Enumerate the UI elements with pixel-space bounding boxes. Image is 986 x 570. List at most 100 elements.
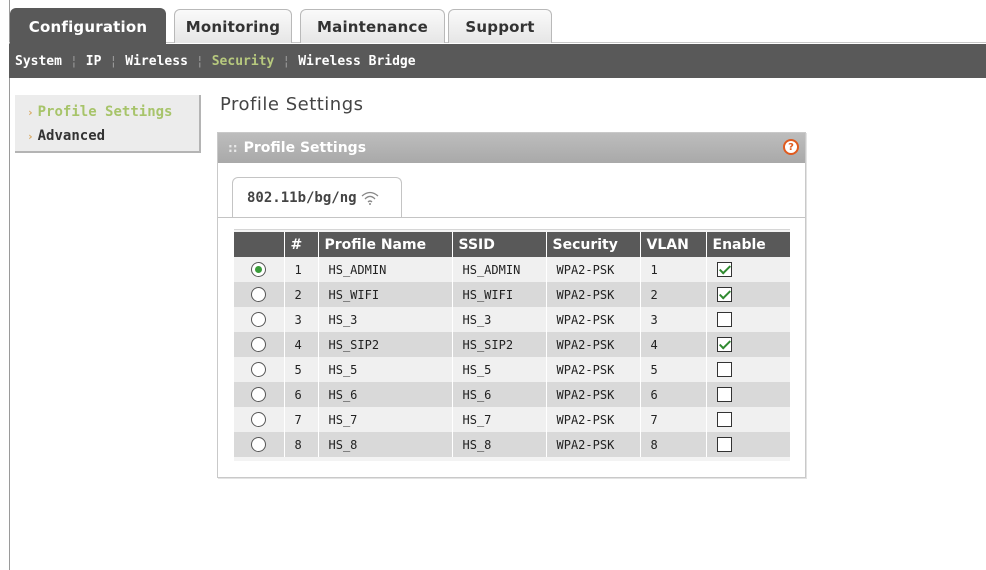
help-icon[interactable]: ? [783,139,799,155]
security-cell: WPA2-PSK [546,282,641,307]
subnav-wireless[interactable]: Wireless [125,54,188,69]
enable-cell [706,282,790,307]
tab-maintenance[interactable]: Maintenance [300,9,445,43]
table-row: 4 HS_SIP2 HS_SIP2 WPA2-PSK 4 [234,332,790,357]
profile-select-radio[interactable] [251,437,267,452]
column-header-select [234,232,285,257]
panel-title: Profile Settings [243,140,367,156]
table-row: 5 HS_5 HS_5 WPA2-PSK 5 [234,357,790,382]
profile-name-cell: HS_6 [318,382,453,407]
tab-802-11-band[interactable]: 802.11b/bg/ng [232,177,402,217]
profile-settings-panel: :: Profile Settings ? 802.11b/bg/ng # Pr… [217,132,806,478]
security-cell: WPA2-PSK [546,357,641,382]
enable-checkbox[interactable] [716,387,732,402]
enable-checkbox[interactable] [716,312,732,327]
enable-checkbox[interactable] [716,262,732,277]
enable-cell [706,257,790,282]
table-row: 7 HS_7 HS_7 WPA2-PSK 7 [234,407,790,432]
vlan-cell: 6 [640,382,707,407]
enable-checkbox[interactable] [716,362,732,377]
profile-name-cell: HS_3 [318,307,453,332]
table-row: 3 HS_3 HS_3 WPA2-PSK 3 [234,307,790,332]
security-cell: WPA2-PSK [546,257,641,282]
profile-select-radio[interactable] [251,287,267,302]
security-cell: WPA2-PSK [546,382,641,407]
vlan-cell: 5 [640,357,707,382]
top-tab-bar: Configuration Monitoring Maintenance Sup… [9,8,986,44]
table-header-row: # Profile Name SSID Security VLAN Enable [234,232,790,257]
grip-icon: :: [228,141,238,155]
row-number: 4 [284,332,319,357]
ssid-cell: HS_WIFI [452,282,547,307]
sidebar-item-label: Profile Settings [37,104,173,120]
sidebar-item-label: Advanced [37,128,106,144]
row-number: 6 [284,382,319,407]
profile-select-radio[interactable] [251,362,267,377]
security-cell: WPA2-PSK [546,407,641,432]
row-number: 1 [284,257,319,282]
sidebar-item-profile-settings[interactable]: › Profile Settings [27,104,172,120]
enable-cell [706,332,790,357]
ssid-cell: HS_ADMIN [452,257,547,282]
profile-select-radio[interactable] [251,262,267,277]
subnav-ip[interactable]: IP [86,54,102,69]
security-cell: WPA2-PSK [546,332,641,357]
profile-select-radio[interactable] [251,412,267,427]
row-number: 7 [284,407,319,432]
vlan-cell: 3 [640,307,707,332]
select-cell [234,432,285,457]
band-tab-label: 802.11b/bg/ng [247,189,357,206]
chevron-right-icon: › [27,105,34,119]
tab-monitoring[interactable]: Monitoring [174,9,292,43]
profile-table-container: # Profile Name SSID Security VLAN Enable… [234,229,790,461]
enable-cell [706,382,790,407]
enable-checkbox[interactable] [716,412,732,427]
ssid-cell: HS_SIP2 [452,332,547,357]
column-header-ssid: SSID [452,232,547,257]
profile-name-cell: HS_ADMIN [318,257,453,282]
profile-name-cell: HS_8 [318,432,453,457]
subnav-separator: ¦ [109,53,118,69]
column-header-vlan: VLAN [640,232,707,257]
profile-table: # Profile Name SSID Security VLAN Enable… [234,232,790,457]
subnav-security[interactable]: Security [212,54,275,69]
sidebar-item-advanced[interactable]: › Advanced [27,128,105,144]
vlan-cell: 2 [640,282,707,307]
vlan-cell: 8 [640,432,707,457]
profile-select-radio[interactable] [251,337,267,352]
vlan-cell: 1 [640,257,707,282]
column-header-number: # [284,232,319,257]
ssid-cell: HS_7 [452,407,547,432]
select-cell [234,332,285,357]
vlan-cell: 7 [640,407,707,432]
table-row: 8 HS_8 HS_8 WPA2-PSK 8 [234,432,790,457]
enable-checkbox[interactable] [716,437,732,452]
subnav-system[interactable]: System [15,54,62,69]
column-header-profile-name: Profile Name [318,232,453,257]
side-menu: › Profile Settings › Advanced [15,95,201,153]
select-cell [234,282,285,307]
profile-select-radio[interactable] [251,312,267,327]
profile-name-cell: HS_WIFI [318,282,453,307]
tab-configuration[interactable]: Configuration [10,8,166,44]
subnav-separator: ¦ [195,53,204,69]
row-number: 2 [284,282,319,307]
ssid-cell: HS_5 [452,357,547,382]
wifi-icon [361,191,379,205]
panel-header: :: Profile Settings ? [218,133,805,163]
tab-support[interactable]: Support [448,9,552,43]
table-row: 6 HS_6 HS_6 WPA2-PSK 6 [234,382,790,407]
profile-select-radio[interactable] [251,387,267,402]
select-cell [234,357,285,382]
chevron-right-icon: › [27,129,34,143]
enable-checkbox[interactable] [716,287,732,302]
select-cell [234,307,285,332]
subnav-wireless-bridge[interactable]: Wireless Bridge [298,54,415,69]
enable-cell [706,432,790,457]
row-number: 8 [284,432,319,457]
table-row: 2 HS_WIFI HS_WIFI WPA2-PSK 2 [234,282,790,307]
enable-cell [706,307,790,332]
profile-name-cell: HS_7 [318,407,453,432]
select-cell [234,257,285,282]
enable-checkbox[interactable] [716,337,732,352]
